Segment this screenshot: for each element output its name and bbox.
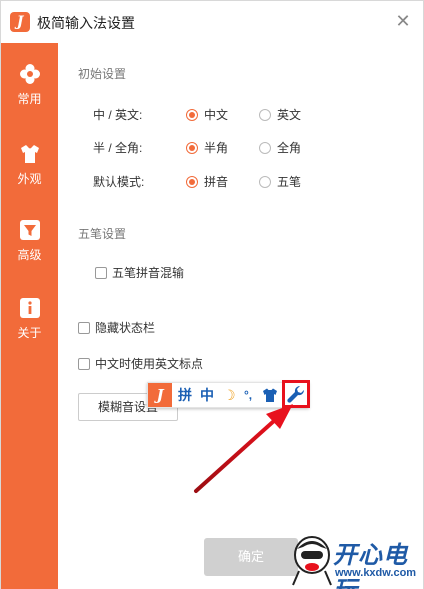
sidebar-item-appearance[interactable]: 外观 [1, 143, 58, 203]
ime-floating-toolbar: J 拼 中 ☽ °, [147, 380, 310, 408]
english-punct-checkbox[interactable]: 中文时使用英文标点 [78, 355, 203, 372]
site-watermark: 开心电玩 www.kxdw.com [287, 527, 424, 589]
toolbar-logo[interactable]: J [148, 383, 172, 407]
radio-dot [186, 175, 198, 188]
sidebar-item-common[interactable]: 常用 [1, 63, 58, 123]
mascot-logo [292, 536, 332, 586]
checkbox-label: 隐藏状态栏 [95, 321, 156, 335]
settings-window: J 极简输入法设置 ✕ 常用 外观 高级 关于 初始设置 中 / 英文: 中文 … [0, 0, 424, 589]
flower-icon [19, 64, 40, 84]
sidebar-item-label: 常用 [17, 92, 42, 106]
radio-english[interactable]: 英文 [259, 106, 301, 123]
toolbar-punctuation[interactable]: °, [244, 386, 252, 404]
radio-dot [186, 141, 198, 154]
settings-content: 初始设置 中 / 英文: 中文 英文 半 / 全角: 半角 全角 默认模式: 拼… [58, 43, 423, 589]
close-button[interactable]: ✕ [395, 12, 411, 30]
radio-chinese[interactable]: 中文 [186, 106, 228, 123]
wubi-pinyin-mix-checkbox[interactable]: 五笔拼音混输 [95, 264, 184, 281]
watermark-url: www.kxdw.com [335, 567, 417, 579]
radio-label: 拼音 [204, 175, 229, 189]
checkbox-box [78, 321, 90, 334]
section-title-wubi: 五笔设置 [78, 227, 127, 241]
funnel-icon [19, 220, 40, 240]
row-label-default-mode: 默认模式: [93, 175, 145, 189]
title-bar: J 极简输入法设置 ✕ [1, 1, 423, 43]
hide-status-bar-checkbox[interactable]: 隐藏状态栏 [78, 319, 155, 336]
row-label-cn-en: 中 / 英文: [93, 108, 143, 122]
radio-full-width[interactable]: 全角 [259, 139, 301, 156]
radio-label: 中文 [204, 108, 229, 122]
row-label-half-full: 半 / 全角: [93, 141, 143, 155]
checkbox-label: 中文时使用英文标点 [95, 357, 204, 371]
radio-dot [259, 175, 271, 188]
wrench-icon [287, 385, 305, 403]
radio-half-width[interactable]: 半角 [186, 139, 228, 156]
checkbox-box [95, 266, 107, 279]
radio-pinyin[interactable]: 拼音 [186, 173, 228, 190]
radio-dot [186, 108, 198, 121]
app-logo: J [10, 12, 30, 32]
tshirt-icon [20, 145, 39, 163]
radio-label: 半角 [204, 141, 229, 155]
radio-dot [259, 108, 271, 121]
sidebar-item-about[interactable]: 关于 [1, 297, 58, 357]
sidebar-item-advanced[interactable]: 高级 [1, 219, 58, 279]
radio-wubi[interactable]: 五笔 [259, 173, 301, 190]
sidebar-item-label: 高级 [17, 248, 42, 262]
toolbar-settings-wrench[interactable] [282, 380, 310, 408]
radio-dot [259, 141, 271, 154]
checkbox-label: 五笔拼音混输 [112, 266, 185, 280]
radio-label: 全角 [277, 141, 302, 155]
toolbar-half-width-moon[interactable]: ☽ [223, 386, 236, 404]
sidebar-item-label: 外观 [17, 172, 42, 186]
radio-label: 英文 [277, 108, 302, 122]
watermark-brand: 开心电玩 [333, 542, 408, 589]
window-title: 极简输入法设置 [37, 15, 135, 31]
section-title-initial: 初始设置 [78, 67, 127, 81]
toolbar-pinyin-mode[interactable]: 拼 [178, 386, 192, 404]
checkbox-box [78, 357, 90, 370]
toolbar-chinese-mode[interactable]: 中 [200, 386, 214, 404]
info-icon [19, 298, 40, 318]
radio-label: 五笔 [277, 175, 302, 189]
sidebar-item-label: 关于 [17, 326, 42, 340]
confirm-button[interactable]: 确定 [204, 538, 298, 576]
sidebar: 常用 外观 高级 关于 [1, 43, 58, 589]
tshirt-icon[interactable] [262, 388, 278, 403]
